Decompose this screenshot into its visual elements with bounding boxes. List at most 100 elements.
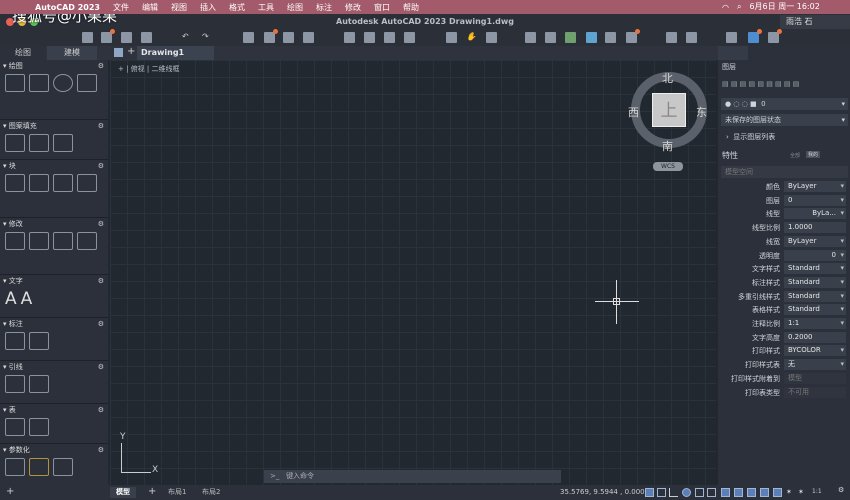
property-value[interactable]: ByLayer	[784, 235, 846, 247]
plot-icon[interactable]	[243, 32, 254, 43]
rectangle-icon[interactable]	[77, 74, 97, 92]
layer-tools-icon[interactable]	[666, 32, 677, 43]
properties-icon[interactable]	[525, 32, 536, 43]
gear-icon[interactable]: ⚙	[98, 62, 104, 70]
menu-window[interactable]: 窗口	[374, 2, 390, 13]
markup-icon[interactable]	[605, 32, 616, 43]
gear-icon[interactable]: ⚙	[98, 406, 104, 414]
menu-draw[interactable]: 绘图	[287, 2, 303, 13]
batch-plot-icon[interactable]	[264, 29, 278, 43]
show-layer-list[interactable]: › 显示图层列表	[722, 131, 850, 143]
boundary-icon[interactable]	[53, 134, 73, 152]
design-center-icon[interactable]	[565, 32, 576, 43]
publish-icon[interactable]	[303, 32, 314, 43]
gradient-icon[interactable]	[29, 134, 49, 152]
share-icon[interactable]	[404, 32, 415, 43]
menu-dimension[interactable]: 标注	[316, 2, 332, 13]
menu-view[interactable]: 视图	[171, 2, 187, 13]
dynamic-ucs-icon[interactable]	[760, 488, 769, 497]
compass-south[interactable]: 南	[662, 138, 673, 154]
gear-icon[interactable]: ⚙	[98, 162, 104, 170]
calc-icon[interactable]	[626, 29, 640, 43]
tab-layout2[interactable]: 布局2	[196, 487, 226, 498]
snap-icon[interactable]	[657, 488, 666, 497]
property-value[interactable]: Standard	[784, 276, 846, 288]
tab-model[interactable]: 模型	[110, 487, 136, 498]
compass-north[interactable]: 北	[662, 70, 673, 86]
table-icon[interactable]	[5, 418, 25, 436]
orbit-icon[interactable]	[486, 32, 497, 43]
command-input[interactable]: 键入命令	[286, 472, 314, 480]
pan-icon[interactable]: ✋	[466, 32, 477, 43]
property-value[interactable]: Standard	[784, 290, 846, 302]
annotation-scale-icon[interactable]: ✶	[798, 488, 807, 497]
viewcube-top[interactable]: 上	[652, 93, 686, 127]
menu-app[interactable]: AutoCAD 2023	[35, 3, 100, 12]
tab-all[interactable]: 全部	[790, 152, 800, 159]
auto-scale-icon[interactable]: ✶	[786, 488, 795, 497]
property-value[interactable]: 1:1	[784, 318, 846, 329]
sheet-set-icon[interactable]	[586, 32, 597, 43]
dim-edit-icon[interactable]	[29, 332, 49, 350]
drawing-menu-icon[interactable]	[114, 48, 123, 57]
leader-icon[interactable]	[5, 375, 25, 393]
polar-icon[interactable]	[682, 488, 691, 497]
palette-tab-model[interactable]: 建模	[47, 46, 97, 60]
ortho-icon[interactable]	[669, 488, 678, 497]
wcs-menu[interactable]: WCS	[653, 162, 683, 171]
menu-edit[interactable]: 编辑	[142, 2, 158, 13]
menu-insert[interactable]: 插入	[200, 2, 216, 13]
settings-gear-icon[interactable]: ⚙	[838, 486, 844, 494]
wifi-icon[interactable]: ◠	[722, 3, 729, 12]
tab-drawing1[interactable]: Drawing1	[137, 46, 214, 60]
menu-modify[interactable]: 修改	[345, 2, 361, 13]
compass-west[interactable]: 西	[628, 104, 639, 120]
constraint-icon[interactable]	[5, 458, 25, 476]
command-prompt-icon[interactable]: >_	[270, 472, 279, 480]
gear-icon[interactable]: ⚙	[98, 220, 104, 228]
menu-help[interactable]: 帮助	[403, 2, 419, 13]
fillet-icon[interactable]	[77, 232, 97, 250]
open-icon[interactable]	[101, 29, 115, 43]
property-value[interactable]: 0	[784, 194, 846, 206]
panel-tab-properties[interactable]	[782, 46, 812, 60]
gear-icon[interactable]: ⚙	[98, 363, 104, 371]
space-dropdown[interactable]: 模型空间	[721, 166, 848, 178]
hatch-icon[interactable]	[5, 134, 25, 152]
menu-format[interactable]: 格式	[229, 2, 245, 13]
user-account[interactable]: 雨浩 石	[780, 15, 850, 29]
trim-icon[interactable]	[53, 232, 73, 250]
zoom-window-icon[interactable]	[446, 32, 457, 43]
redo-icon[interactable]: ↷	[202, 32, 213, 43]
panel-tab-layers[interactable]	[718, 46, 748, 60]
layer-state-dropdown[interactable]: 未保存的图层状态 ▾	[721, 114, 848, 126]
table-edit-icon[interactable]	[29, 418, 49, 436]
circle-icon[interactable]	[53, 74, 73, 92]
property-value[interactable]: 无	[784, 359, 846, 371]
dimension-icon[interactable]	[5, 332, 25, 350]
property-value[interactable]: Standard	[784, 263, 846, 275]
scale-dropdown[interactable]: 1:1	[812, 488, 822, 495]
create-block-icon[interactable]	[5, 174, 25, 192]
leader-edit-icon[interactable]	[29, 375, 49, 393]
property-value[interactable]: 0.2000	[784, 331, 846, 343]
property-value[interactable]: BYCOLOR	[784, 345, 846, 357]
send-icon[interactable]	[748, 29, 762, 43]
menu-file[interactable]: 文件	[113, 2, 129, 13]
preview-icon[interactable]	[283, 32, 294, 43]
tab-layout1[interactable]: 布局1	[162, 487, 192, 498]
match-icon[interactable]	[545, 32, 556, 43]
viewport-controls[interactable]: + | 俯视 | 二维线框	[118, 64, 180, 74]
edit-block-icon[interactable]	[53, 174, 73, 192]
property-value[interactable]: 0	[784, 249, 846, 261]
palette-tab-draw[interactable]: 绘图	[0, 46, 46, 60]
selection-cycling-icon[interactable]	[734, 488, 743, 497]
import-icon[interactable]	[344, 32, 355, 43]
coordinates[interactable]: 35.5769, 9.5944 , 0.0000	[560, 488, 649, 496]
undo-icon[interactable]: ↶	[182, 32, 193, 43]
rotate-icon[interactable]	[29, 232, 49, 250]
gear-icon[interactable]: ⚙	[98, 277, 104, 285]
new-tab-icon[interactable]: +	[127, 46, 135, 57]
add-layout-button[interactable]: +	[148, 486, 156, 497]
new-icon[interactable]	[82, 32, 93, 43]
